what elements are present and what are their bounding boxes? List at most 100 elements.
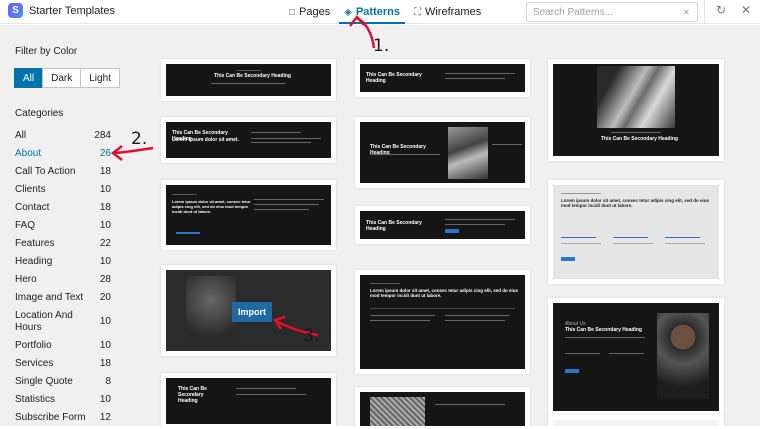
annotation-label-2: 2. (131, 129, 148, 149)
category-name: Image and Text (15, 292, 84, 303)
pattern-card[interactable]: This Can Be Secondary Heading (161, 59, 336, 101)
pattern-card[interactable]: This Can Be Secondary Heading (548, 59, 724, 161)
import-button[interactable]: Import (232, 302, 272, 322)
preview-line (561, 243, 601, 244)
preview-line (370, 154, 440, 155)
category-item-features[interactable]: Features 22 (15, 237, 111, 255)
category-name: Heading (15, 256, 53, 267)
tab-wireframes[interactable]: ⛶ Wireframes (407, 0, 488, 24)
pattern-card[interactable]: This Can Be Secondary Heading Lorem ipsu… (161, 117, 336, 163)
pattern-preview: This Can Be Secondary Heading (166, 64, 331, 96)
category-list: All 284 About 26 Call To Action 18 Clients 1… (15, 129, 111, 429)
tab-pages[interactable]: □ Pages (282, 0, 337, 24)
preview-line (236, 394, 306, 395)
pattern-card[interactable]: Lorem ipsum dolor sit amet, consec tetur… (548, 180, 724, 284)
pattern-preview: This Can Be Secondary Heading (360, 64, 525, 92)
categories-heading: Categories (15, 108, 64, 119)
preview-button (561, 257, 575, 261)
pattern-card[interactable]: About Us This Can Be Secondary Heading (548, 298, 724, 416)
category-item-hero[interactable]: Hero 28 (15, 273, 111, 291)
category-count: 18 (99, 358, 111, 369)
category-count: 10 (99, 340, 111, 351)
category-count: 10 (99, 256, 111, 267)
preview-line (561, 193, 601, 194)
preview-heading: This Can Be Secondary Heading (366, 72, 422, 84)
preview-line (254, 204, 319, 205)
refresh-icon[interactable]: ↻ (716, 3, 726, 17)
clear-search-icon[interactable]: ✕ (683, 8, 690, 17)
pattern-card[interactable] (355, 387, 530, 426)
color-filter-group: All Dark Light (14, 68, 120, 88)
category-name: Hero (15, 274, 37, 285)
pattern-card[interactable]: This Can Be Secondary Heading (355, 117, 530, 188)
category-item-about[interactable]: About 26 (15, 147, 111, 165)
category-item-statistics[interactable]: Statistics 10 (15, 393, 111, 411)
preview-line (445, 78, 505, 79)
category-count: 10 (99, 184, 111, 195)
pattern-preview (360, 392, 525, 426)
category-item-image-and-text[interactable]: Image and Text 20 (15, 291, 111, 309)
category-item-services[interactable]: Services 18 (15, 357, 111, 375)
brand: S Starter Templates (8, 3, 115, 18)
wireframe-icon: ⛶ (413, 6, 421, 18)
preview-line (613, 237, 648, 238)
layers-icon: ◈ (344, 6, 352, 18)
close-icon[interactable]: ✕ (741, 3, 751, 17)
category-name: Statistics (15, 394, 56, 405)
category-name: FAQ (15, 220, 36, 231)
category-name: Call To Action (15, 166, 76, 177)
pattern-card[interactable]: This Can Be Secondary Heading (355, 206, 530, 244)
preview-line (613, 243, 653, 244)
preview-heading: This Can Be Secondary Heading (214, 73, 291, 79)
category-item-heading[interactable]: Heading 10 (15, 255, 111, 273)
preview-heading: This Can Be Secondary Heading (601, 136, 678, 142)
preview-line (445, 224, 505, 225)
preview-line (665, 237, 700, 238)
category-count: 284 (94, 130, 111, 141)
pattern-preview: Lorem ipsum dolor sit amet, consec tetur… (166, 185, 331, 245)
preview-line (445, 320, 505, 321)
preview-heading: Lorem ipsum dolor sit amet, consec tetur… (172, 199, 251, 214)
category-name: Single Quote (15, 376, 73, 387)
category-name: Subscribe Form (15, 412, 86, 423)
category-name: Location And Hours (15, 310, 73, 333)
category-name: Contact (15, 202, 50, 213)
pattern-preview: This Can Be Secondary Heading (360, 122, 525, 183)
annotation-label-1: 1. (373, 36, 390, 56)
color-filter-light[interactable]: Light (80, 68, 120, 88)
category-item-clients[interactable]: Clients 10 (15, 183, 111, 201)
pattern-preview: This Can Be Secondary Heading (553, 64, 719, 156)
category-item-all[interactable]: All 284 (15, 129, 111, 147)
tab-patterns[interactable]: ◈ Patterns (337, 0, 407, 24)
preview-line (492, 144, 522, 145)
category-item-location-and-hours[interactable]: Location And Hours 10 (15, 309, 111, 339)
pattern-card[interactable]: Lorem ipsum dolor sit amet, consec tetur… (355, 270, 530, 374)
pattern-card[interactable]: This Can Be Secondary Heading (355, 59, 530, 97)
color-filter-dark[interactable]: Dark (42, 68, 82, 88)
preview-line (445, 315, 510, 316)
preview-building-image (448, 127, 488, 179)
preview-line (609, 353, 644, 354)
category-count: 10 (99, 316, 111, 327)
category-item-subscribe-form[interactable]: Subscribe Form 12 (15, 411, 111, 429)
category-count: 18 (99, 202, 111, 213)
category-name: Clients (15, 184, 46, 195)
category-item-contact[interactable]: Contact 18 (15, 201, 111, 219)
color-filter-all[interactable]: All (14, 68, 44, 88)
category-item-faq[interactable]: FAQ 10 (15, 219, 111, 237)
pattern-card[interactable] (548, 415, 724, 426)
search-input[interactable] (533, 6, 683, 18)
preview-line (370, 315, 435, 316)
preview-building-image (370, 397, 425, 426)
app-title: Starter Templates (29, 4, 116, 17)
preview-button (565, 369, 579, 373)
preview-line (251, 142, 311, 143)
preview-line (251, 138, 321, 139)
category-item-call-to-action[interactable]: Call To Action 18 (15, 165, 111, 183)
category-item-portfolio[interactable]: Portfolio 10 (15, 339, 111, 357)
category-item-single-quote[interactable]: Single Quote 8 (15, 375, 111, 393)
pattern-card[interactable]: This Can Be Secondary Heading (161, 373, 336, 426)
pattern-card[interactable]: Lorem ipsum dolor sit amet, consec tetur… (161, 180, 336, 250)
preview-line (665, 243, 705, 244)
preview-divider (370, 308, 515, 309)
